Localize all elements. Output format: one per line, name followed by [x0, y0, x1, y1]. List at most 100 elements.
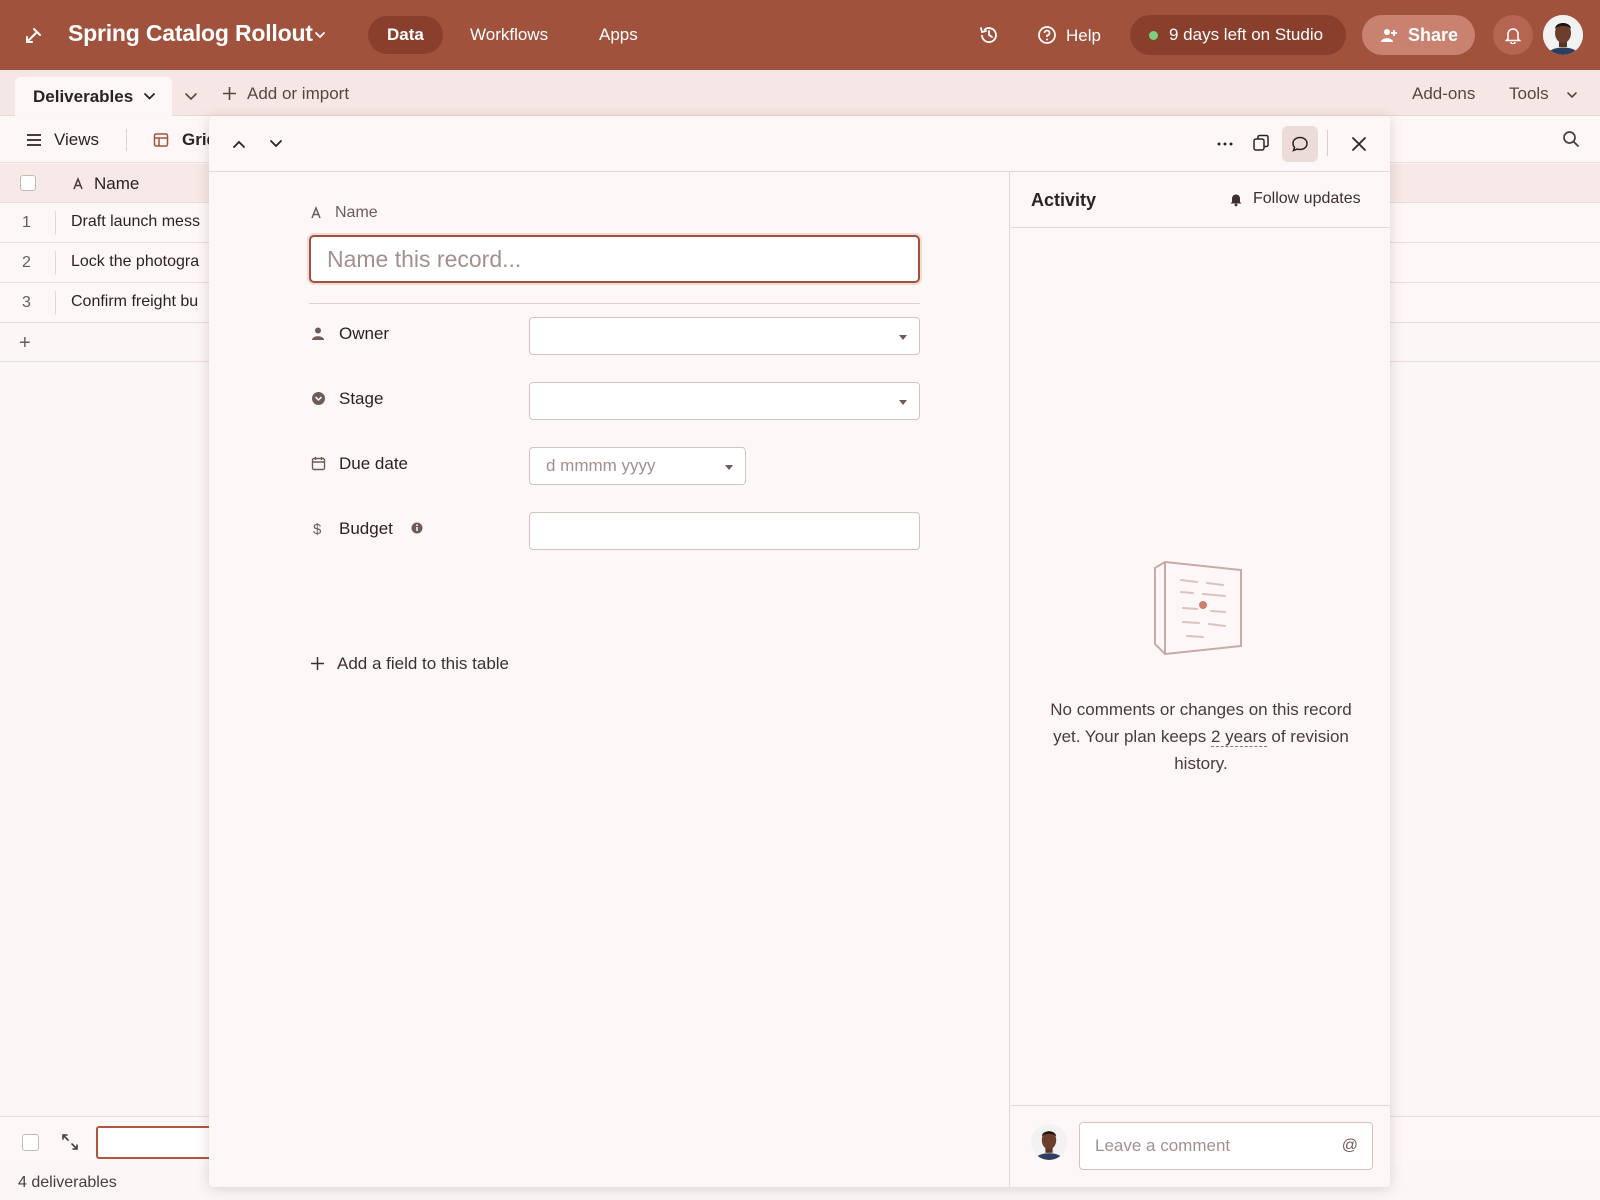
expanded-record-modal: Name Owner Stage [209, 116, 1390, 1187]
due-date-placeholder: d mmmm yyyy [546, 456, 656, 475]
name-field-label: Name [309, 204, 378, 222]
all-tables-chevron-icon[interactable] [184, 90, 198, 104]
toggle-comments-button[interactable] [1282, 126, 1318, 162]
row-number: 1 [22, 214, 31, 231]
expand-icon[interactable] [61, 1133, 79, 1151]
owner-select[interactable] [529, 317, 920, 355]
name-field-label-text: Name [335, 204, 378, 221]
share-label: Share [1408, 25, 1459, 45]
empty-activity-message: No comments or changes on this record ye… [1041, 696, 1361, 777]
base-title[interactable]: Spring Catalog Rollout [68, 20, 313, 47]
activity-title: Activity [1031, 190, 1097, 210]
chevron-down-icon [144, 93, 155, 100]
due-date-field-label: Due date [311, 454, 408, 474]
divider [1327, 130, 1328, 156]
column-header-name[interactable]: Name [71, 174, 139, 194]
views-button[interactable]: Views [26, 130, 99, 150]
nav-tab-data[interactable]: Data [368, 16, 443, 54]
tools-button[interactable]: Tools [1509, 84, 1577, 104]
plus-icon [311, 657, 324, 670]
copy-icon[interactable] [1252, 134, 1270, 152]
row-checkbox[interactable] [22, 1134, 39, 1151]
comment-input[interactable]: Leave a comment @ [1079, 1122, 1373, 1170]
nav-tab-workflows[interactable]: Workflows [451, 16, 567, 54]
add-or-import-button[interactable]: Add or import [222, 84, 349, 104]
view-switcher[interactable]: Grid [153, 130, 217, 150]
add-field-label: Add a field to this table [337, 654, 510, 673]
retention-period-link[interactable]: 2 years [1210, 727, 1267, 747]
add-field-button[interactable]: Add a field to this table [310, 654, 509, 674]
help-label: Help [1066, 26, 1101, 45]
record-name-input[interactable] [309, 235, 920, 283]
add-or-import-label: Add or import [247, 84, 350, 103]
close-icon[interactable] [1350, 135, 1368, 153]
stage-field-label: Stage [311, 389, 383, 409]
trial-label: 9 days left on Studio [1169, 25, 1324, 44]
due-date-picker[interactable]: d mmmm yyyy [529, 447, 746, 485]
avatar-icon [1543, 15, 1583, 55]
stage-icon [312, 392, 325, 405]
avatar [1031, 1124, 1067, 1160]
chevron-down-icon[interactable] [268, 136, 284, 152]
table-tab-label: Deliverables [33, 87, 134, 106]
chevron-down-icon[interactable] [313, 28, 327, 42]
budget-input[interactable] [529, 512, 920, 550]
budget-field-label: $ Budget [311, 519, 423, 539]
stage-label: Stage [339, 389, 384, 408]
row-number: 3 [22, 294, 31, 311]
user-avatar[interactable] [1543, 15, 1583, 55]
dropdown-caret-icon [725, 465, 733, 470]
column-header-label: Name [94, 174, 140, 193]
search-icon[interactable] [1562, 130, 1580, 148]
info-icon[interactable] [411, 522, 423, 534]
empty-activity-illustration-icon [1154, 560, 1242, 656]
divider [309, 303, 920, 304]
status-dot [1149, 31, 1158, 40]
dropdown-caret-icon [899, 335, 907, 340]
add-user-icon [1381, 29, 1397, 42]
trial-status-button[interactable]: 9 days left on Studio [1130, 15, 1346, 55]
name-cell[interactable]: Draft launch mess [71, 213, 200, 231]
divider [126, 129, 127, 151]
owner-field-label: Owner [311, 324, 389, 344]
stage-select[interactable] [529, 382, 920, 420]
mention-button[interactable]: @ [1342, 1123, 1358, 1169]
help-icon [1038, 26, 1056, 44]
add-record-button[interactable]: + [19, 332, 31, 355]
history-icon[interactable] [978, 24, 1000, 46]
top-bar: Spring Catalog Rollout Data Workflows Ap… [0, 0, 1600, 70]
follow-updates-button[interactable]: Follow updates [1229, 190, 1361, 208]
nav-tab-apps[interactable]: Apps [580, 16, 657, 54]
divider [55, 211, 56, 235]
table-tab-deliverables[interactable]: Deliverables [15, 77, 172, 116]
base-icon[interactable] [23, 24, 45, 46]
name-cell[interactable]: Lock the photogra [71, 253, 199, 271]
tools-label: Tools [1509, 84, 1549, 103]
calendar-icon [311, 457, 326, 471]
follow-updates-label: Follow updates [1253, 190, 1361, 207]
table-bar: Deliverables Add or import Add-ons Tools [0, 70, 1600, 116]
comment-composer: Leave a comment @ [1011, 1105, 1390, 1187]
avatar-icon [1031, 1124, 1067, 1160]
name-cell[interactable]: Confirm freight bu [71, 293, 198, 311]
activity-header: Activity Follow updates [1011, 172, 1390, 228]
grid-view-icon [153, 133, 169, 147]
bell-icon [1505, 28, 1521, 44]
select-all-checkbox[interactable] [20, 175, 36, 191]
text-field-icon [73, 177, 83, 190]
record-count: 4 deliverables [18, 1174, 117, 1191]
notifications-button[interactable] [1493, 15, 1533, 55]
comment-placeholder: Leave a comment [1095, 1136, 1231, 1155]
addons-button[interactable]: Add-ons [1412, 84, 1475, 104]
owner-label: Owner [339, 324, 390, 343]
text-field-icon [311, 206, 321, 219]
share-button[interactable]: Share [1362, 15, 1475, 55]
activity-panel: Activity Follow updates No comments or c… [1011, 172, 1390, 1187]
chevron-up-icon[interactable] [231, 136, 247, 152]
record-form: Name Owner Stage [209, 172, 1010, 1187]
row-number: 2 [22, 254, 31, 271]
more-options-icon[interactable] [1216, 135, 1234, 153]
dollar-icon: $ [313, 521, 322, 537]
dropdown-caret-icon [899, 400, 907, 405]
svg-text:$: $ [313, 521, 322, 537]
